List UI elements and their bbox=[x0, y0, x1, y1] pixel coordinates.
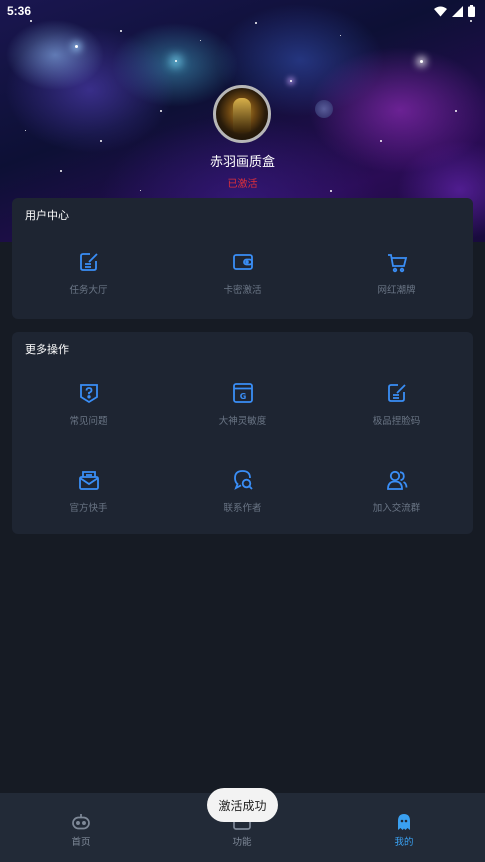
shopping-cart-icon bbox=[387, 254, 407, 273]
activation-status: 已激活 bbox=[227, 179, 258, 190]
nav-mine-label: 我的 bbox=[394, 837, 414, 848]
battery-icon bbox=[468, 5, 475, 17]
chat-search-icon bbox=[233, 470, 253, 490]
status-bar: 5:36 bbox=[0, 0, 485, 22]
status-icons bbox=[434, 5, 475, 17]
nav-home[interactable]: 首页 bbox=[41, 812, 121, 848]
more-actions-title: 更多操作 bbox=[25, 343, 69, 356]
join-group-label: 加入交流群 bbox=[372, 503, 421, 514]
official-kuaishou-item[interactable]: 官方快手 bbox=[12, 469, 165, 514]
task-hall-label: 任务大厅 bbox=[69, 285, 108, 296]
user-center-card: 用户中心 任务大厅 卡密激活 网红潮牌 bbox=[12, 198, 473, 319]
face-code-label: 极品捏脸码 bbox=[372, 416, 421, 427]
faq-item[interactable]: 常见问题 bbox=[12, 382, 165, 427]
sensitivity-item[interactable]: G 大神灵敏度 bbox=[166, 382, 319, 427]
edit-note-icon bbox=[387, 384, 406, 402]
edit-note-icon bbox=[79, 253, 98, 271]
sensitivity-label: 大神灵敏度 bbox=[218, 416, 267, 427]
ghost-icon bbox=[398, 814, 410, 830]
wallet-icon bbox=[232, 254, 253, 270]
card-activation-item[interactable]: 卡密激活 bbox=[166, 251, 319, 296]
contact-author-label: 联系作者 bbox=[223, 503, 262, 514]
profile-name: 赤羽画质盒 bbox=[209, 155, 275, 170]
trendy-brands-item[interactable]: 网红潮牌 bbox=[320, 251, 473, 296]
join-group-item[interactable]: 加入交流群 bbox=[320, 469, 473, 514]
status-time: 5:36 bbox=[7, 4, 32, 18]
avatar[interactable] bbox=[213, 85, 271, 143]
card-activation-label: 卡密激活 bbox=[223, 285, 262, 296]
trendy-brands-label: 网红潮牌 bbox=[377, 285, 416, 296]
task-hall-item[interactable]: 任务大厅 bbox=[12, 251, 165, 296]
users-icon bbox=[386, 470, 407, 490]
question-shield-icon bbox=[79, 384, 98, 404]
gauge-window-icon: G bbox=[232, 383, 253, 403]
nav-mine[interactable]: 我的 bbox=[364, 812, 444, 848]
faq-label: 常见问题 bbox=[69, 416, 108, 427]
user-center-title: 用户中心 bbox=[25, 209, 69, 222]
nav-features-label: 功能 bbox=[232, 837, 252, 848]
wifi-icon bbox=[434, 6, 447, 16]
mail-box-icon bbox=[78, 471, 99, 490]
contact-author-item[interactable]: 联系作者 bbox=[166, 469, 319, 514]
official-kuaishou-label: 官方快手 bbox=[69, 503, 108, 514]
face-code-item[interactable]: 极品捏脸码 bbox=[320, 382, 473, 427]
robot-icon bbox=[72, 814, 90, 830]
nav-home-label: 首页 bbox=[71, 837, 91, 848]
toast-message: 激活成功 bbox=[207, 788, 278, 822]
more-actions-card: 更多操作 常见问题 G 大神灵敏度 极品捏脸码 官方快手 联系作者 加入交流群 bbox=[12, 332, 473, 534]
svg-text:G: G bbox=[239, 392, 246, 401]
signal-icon bbox=[452, 5, 463, 17]
